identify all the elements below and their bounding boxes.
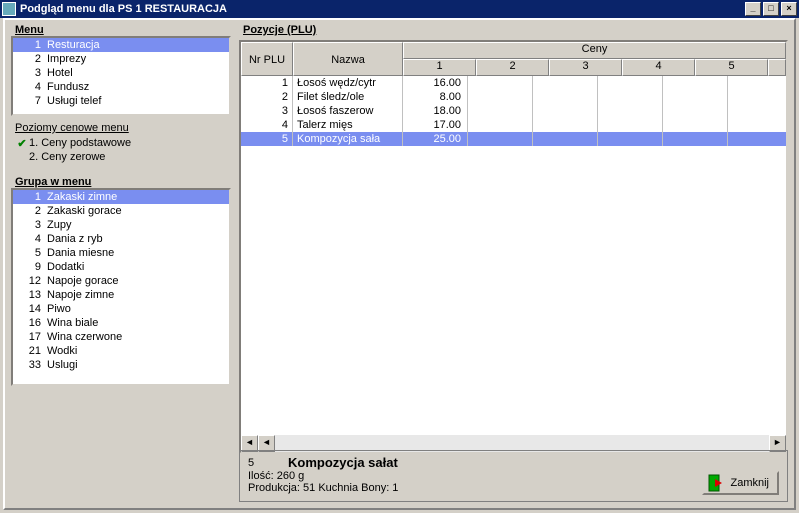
pozycje-label: Pozycje (PLU) (239, 22, 788, 36)
app-icon (2, 2, 16, 16)
price-level-row[interactable]: ✔1. Ceny podstawowe (15, 136, 227, 150)
exit-icon (708, 474, 726, 492)
plu-grid[interactable]: Nr PLU Nazwa Ceny 12345 1Łosoś wędz/cytr… (239, 40, 788, 454)
detail-number: 5 (248, 457, 288, 469)
group-list[interactable]: 1Zakaski zimne2Zakaski gorace3Zupy4Dania… (11, 188, 231, 386)
minimize-button[interactable]: _ (745, 2, 761, 16)
maximize-button[interactable]: □ (763, 2, 779, 16)
price-col-header[interactable]: 1 (403, 59, 476, 76)
group-item[interactable]: 1Zakaski zimne (13, 190, 229, 204)
group-item[interactable]: 21Wodki (13, 344, 229, 358)
col-ceny[interactable]: Ceny (403, 42, 786, 59)
col-nrplu[interactable]: Nr PLU (241, 42, 293, 76)
menu-item[interactable]: 7Usługi telef (13, 94, 229, 108)
group-item[interactable]: 17Wina czerwone (13, 330, 229, 344)
group-item[interactable]: 12Napoje gorace (13, 274, 229, 288)
detail-panel: 5 Kompozycja sałat Ilość: 260 g Produkcj… (239, 450, 788, 502)
menu-item[interactable]: 2Imprezy (13, 52, 229, 66)
close-button-label: Zamknij (730, 477, 769, 489)
group-item[interactable]: 3Zupy (13, 218, 229, 232)
menu-label: Menu (11, 22, 231, 36)
plu-row[interactable]: 1Łosoś wędz/cytr16.00 (241, 76, 786, 90)
price-col-header[interactable]: 3 (549, 59, 622, 76)
group-item[interactable]: 4Dania z ryb (13, 232, 229, 246)
menu-item[interactable]: 3Hotel (13, 66, 229, 80)
plu-row[interactable]: 3Łosoś faszerow18.00 (241, 104, 786, 118)
group-item[interactable]: 13Napoje zimne (13, 288, 229, 302)
price-col-header[interactable]: 5 (695, 59, 768, 76)
group-item[interactable]: 33Uslugi (13, 358, 229, 372)
group-item[interactable]: 9Dodatki (13, 260, 229, 274)
title-bar: Podgląd menu dla PS 1 RESTAURACJA _ □ × (0, 0, 799, 18)
detail-qty: Ilość: 260 g (248, 470, 779, 482)
price-col-header[interactable]: 2 (476, 59, 549, 76)
plu-row[interactable]: 5Kompozycja sała25.00 (241, 132, 786, 146)
grid-header: Nr PLU Nazwa Ceny 12345 (241, 42, 786, 76)
menu-item[interactable]: 1Resturacja (13, 38, 229, 52)
price-level-row[interactable]: 2. Ceny zerowe (15, 150, 227, 164)
detail-name: Kompozycja sałat (288, 455, 398, 470)
price-levels-header: Poziomy cenowe menu (15, 122, 227, 134)
group-label: Grupa w menu (11, 174, 231, 188)
menu-list[interactable]: 1Resturacja2Imprezy3Hotel4Fundusz7Usługi… (11, 36, 231, 116)
checkmark-icon: ✔ (15, 137, 29, 150)
detail-prod: Produkcja: 51 Kuchnia Bony: 1 (248, 482, 779, 494)
group-item[interactable]: 5Dania miesne (13, 246, 229, 260)
group-item[interactable]: 2Zakaski gorace (13, 204, 229, 218)
menu-item[interactable]: 4Fundusz (13, 80, 229, 94)
group-item[interactable]: 14Piwo (13, 302, 229, 316)
group-item[interactable]: 16Wina biale (13, 316, 229, 330)
price-col-header[interactable]: 4 (622, 59, 695, 76)
close-button[interactable]: Zamknij (702, 471, 779, 495)
plu-row[interactable]: 2Filet śledz/ole8.00 (241, 90, 786, 104)
plu-row[interactable]: 4Talerz mięs17.00 (241, 118, 786, 132)
price-levels: Poziomy cenowe menu ✔1. Ceny podstawowe2… (15, 122, 227, 164)
close-window-button[interactable]: × (781, 2, 797, 16)
col-nazwa[interactable]: Nazwa (293, 42, 403, 76)
window-title: Podgląd menu dla PS 1 RESTAURACJA (20, 3, 743, 15)
